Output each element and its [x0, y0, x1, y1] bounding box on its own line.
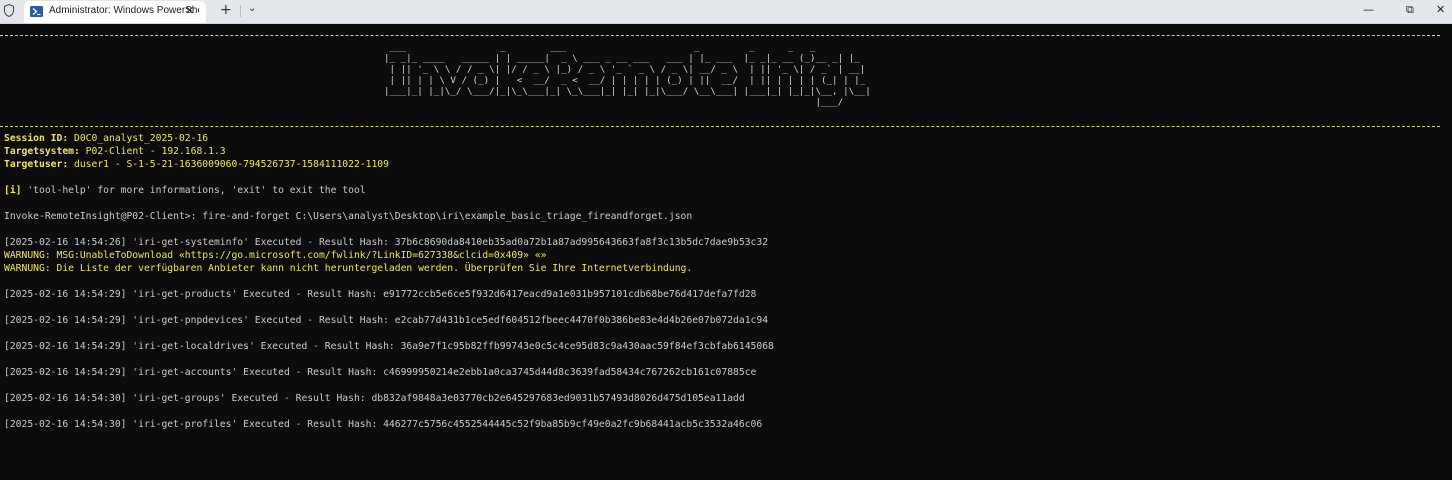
close-button[interactable]: ✕ — [1436, 3, 1445, 16]
info-tag: [i] — [4, 185, 22, 196]
target-user-label: Targetuser: — [4, 159, 69, 170]
banner-line: |_ _|_ ____ _____ | | _____| _ \ ___ _ _… — [384, 53, 866, 64]
target-user-line: Targetuser: duser1 - S-1-5-21-1636009060… — [4, 158, 389, 171]
result-line: [2025-02-16 14:54:29] 'iri-get-products'… — [4, 289, 757, 300]
maximize-button[interactable]: ⧉ — [1406, 3, 1414, 17]
result-line: [2025-02-16 14:54:29] 'iri-get-accounts'… — [4, 367, 757, 378]
shield-icon — [4, 4, 14, 17]
close-tab-icon[interactable]: ✕ — [185, 4, 194, 17]
target-system-line: Targetsystem: P02-Client - 192.168.1.3 — [4, 145, 226, 158]
dashed-separator-bottom — [0, 126, 1440, 127]
new-tab-button[interactable]: + — [220, 2, 232, 18]
banner-line: | || '_ \ \ / / _ \| |/ / _ \ |_) / _ \ … — [384, 64, 866, 75]
result-line: [2025-02-16 14:54:29] 'iri-get-pnpdevice… — [4, 315, 769, 326]
banner-line: | || | | \ V / (_) | < __/ _ < __/ | | |… — [384, 75, 871, 86]
terminal-output[interactable]: ___ _ ___ _ _ _ _ |_ _|_ ____ _____ | | … — [0, 24, 1452, 480]
powershell-icon — [30, 6, 43, 17]
divider — [240, 5, 241, 17]
session-id-value: D0C0_analyst_2025-02-16 — [68, 133, 209, 144]
target-system-value: P02-Client - 192.168.1.3 — [79, 146, 226, 157]
chevron-down-icon[interactable]: ⌄ — [248, 3, 256, 14]
dashed-separator-top — [0, 35, 1440, 36]
ascii-banner: ___ _ ___ _ _ _ _ |_ _|_ ____ _____ | | … — [384, 42, 876, 108]
session-id-line: Session ID: D0C0_analyst_2025-02-16 — [4, 132, 208, 145]
banner-line: ___ _ ___ _ _ _ _ — [384, 42, 833, 53]
banner-line: |___/ — [384, 97, 877, 108]
warning-line: WARNUNG: MSG:UnableToDownload «https://g… — [4, 250, 547, 261]
tab-title: Administrator: Windows PowerShell — [49, 5, 199, 16]
info-text: 'tool-help' for more informations, 'exit… — [21, 185, 366, 196]
minimize-button[interactable]: — — [1363, 3, 1374, 16]
command-prompt: Invoke-RemoteInsight@P02-Client>: fire-a… — [4, 211, 693, 222]
result-line: [2025-02-16 14:54:29] 'iri-get-localdriv… — [4, 341, 774, 352]
title-bar: Administrator: Windows PowerShell ✕ + ⌄ … — [0, 0, 1452, 24]
result-line-systeminfo: [2025-02-16 14:54:26] 'iri-get-systeminf… — [4, 237, 769, 248]
warning-line: WARNUNG: Die Liste der verfügbaren Anbie… — [4, 263, 693, 274]
tab-powershell[interactable]: Administrator: Windows PowerShell ✕ — [24, 1, 206, 23]
result-line: [2025-02-16 14:54:30] 'iri-get-profiles'… — [4, 419, 763, 430]
result-line: [2025-02-16 14:54:30] 'iri-get-groups' E… — [4, 393, 745, 404]
session-id-label: Session ID: — [4, 133, 69, 144]
info-line: [i] 'tool-help' for more informations, '… — [4, 184, 366, 197]
target-user-value: duser1 - S-1-5-21-1636009060-794526737-1… — [68, 159, 389, 170]
banner-line: |___|_| |_|\_/ \___/|_|\_\___|_| \_\___|… — [384, 86, 871, 97]
target-system-label: Targetsystem: — [4, 146, 80, 157]
